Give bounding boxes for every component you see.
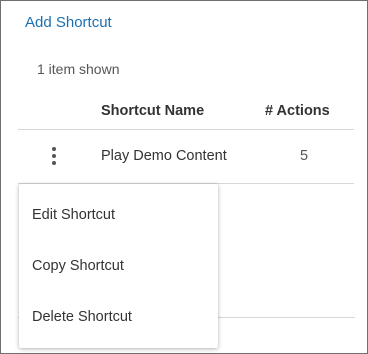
- table-row: Play Demo Content 5: [18, 130, 354, 184]
- kebab-dot: [52, 161, 56, 165]
- item-count-text: 1 item shown: [37, 61, 120, 77]
- menu-item-copy-shortcut[interactable]: Copy Shortcut: [19, 246, 218, 286]
- shortcut-name-cell: Play Demo Content: [101, 148, 227, 164]
- add-shortcut-link[interactable]: Add Shortcut: [25, 13, 112, 33]
- column-header-actions[interactable]: # Actions: [265, 102, 330, 120]
- row-context-menu: Edit Shortcut Copy Shortcut Delete Short…: [19, 184, 218, 348]
- menu-item-delete-shortcut[interactable]: Delete Shortcut: [19, 297, 218, 337]
- shortcuts-panel: Add Shortcut 1 item shown Shortcut Name …: [0, 0, 368, 354]
- vertical-ellipsis-icon[interactable]: [44, 146, 64, 166]
- table-header: Shortcut Name # Actions: [18, 93, 354, 130]
- menu-item-label: Copy Shortcut: [32, 258, 124, 274]
- menu-item-edit-shortcut[interactable]: Edit Shortcut: [19, 195, 218, 235]
- kebab-dot: [52, 147, 56, 151]
- actions-count-cell: 5: [300, 148, 309, 164]
- shortcuts-table: Shortcut Name # Actions Play Demo Conten…: [18, 93, 354, 184]
- column-header-shortcut-name[interactable]: Shortcut Name: [101, 102, 204, 120]
- menu-item-label: Edit Shortcut: [32, 207, 116, 223]
- kebab-dot: [52, 154, 56, 158]
- menu-item-label: Delete Shortcut: [32, 309, 132, 325]
